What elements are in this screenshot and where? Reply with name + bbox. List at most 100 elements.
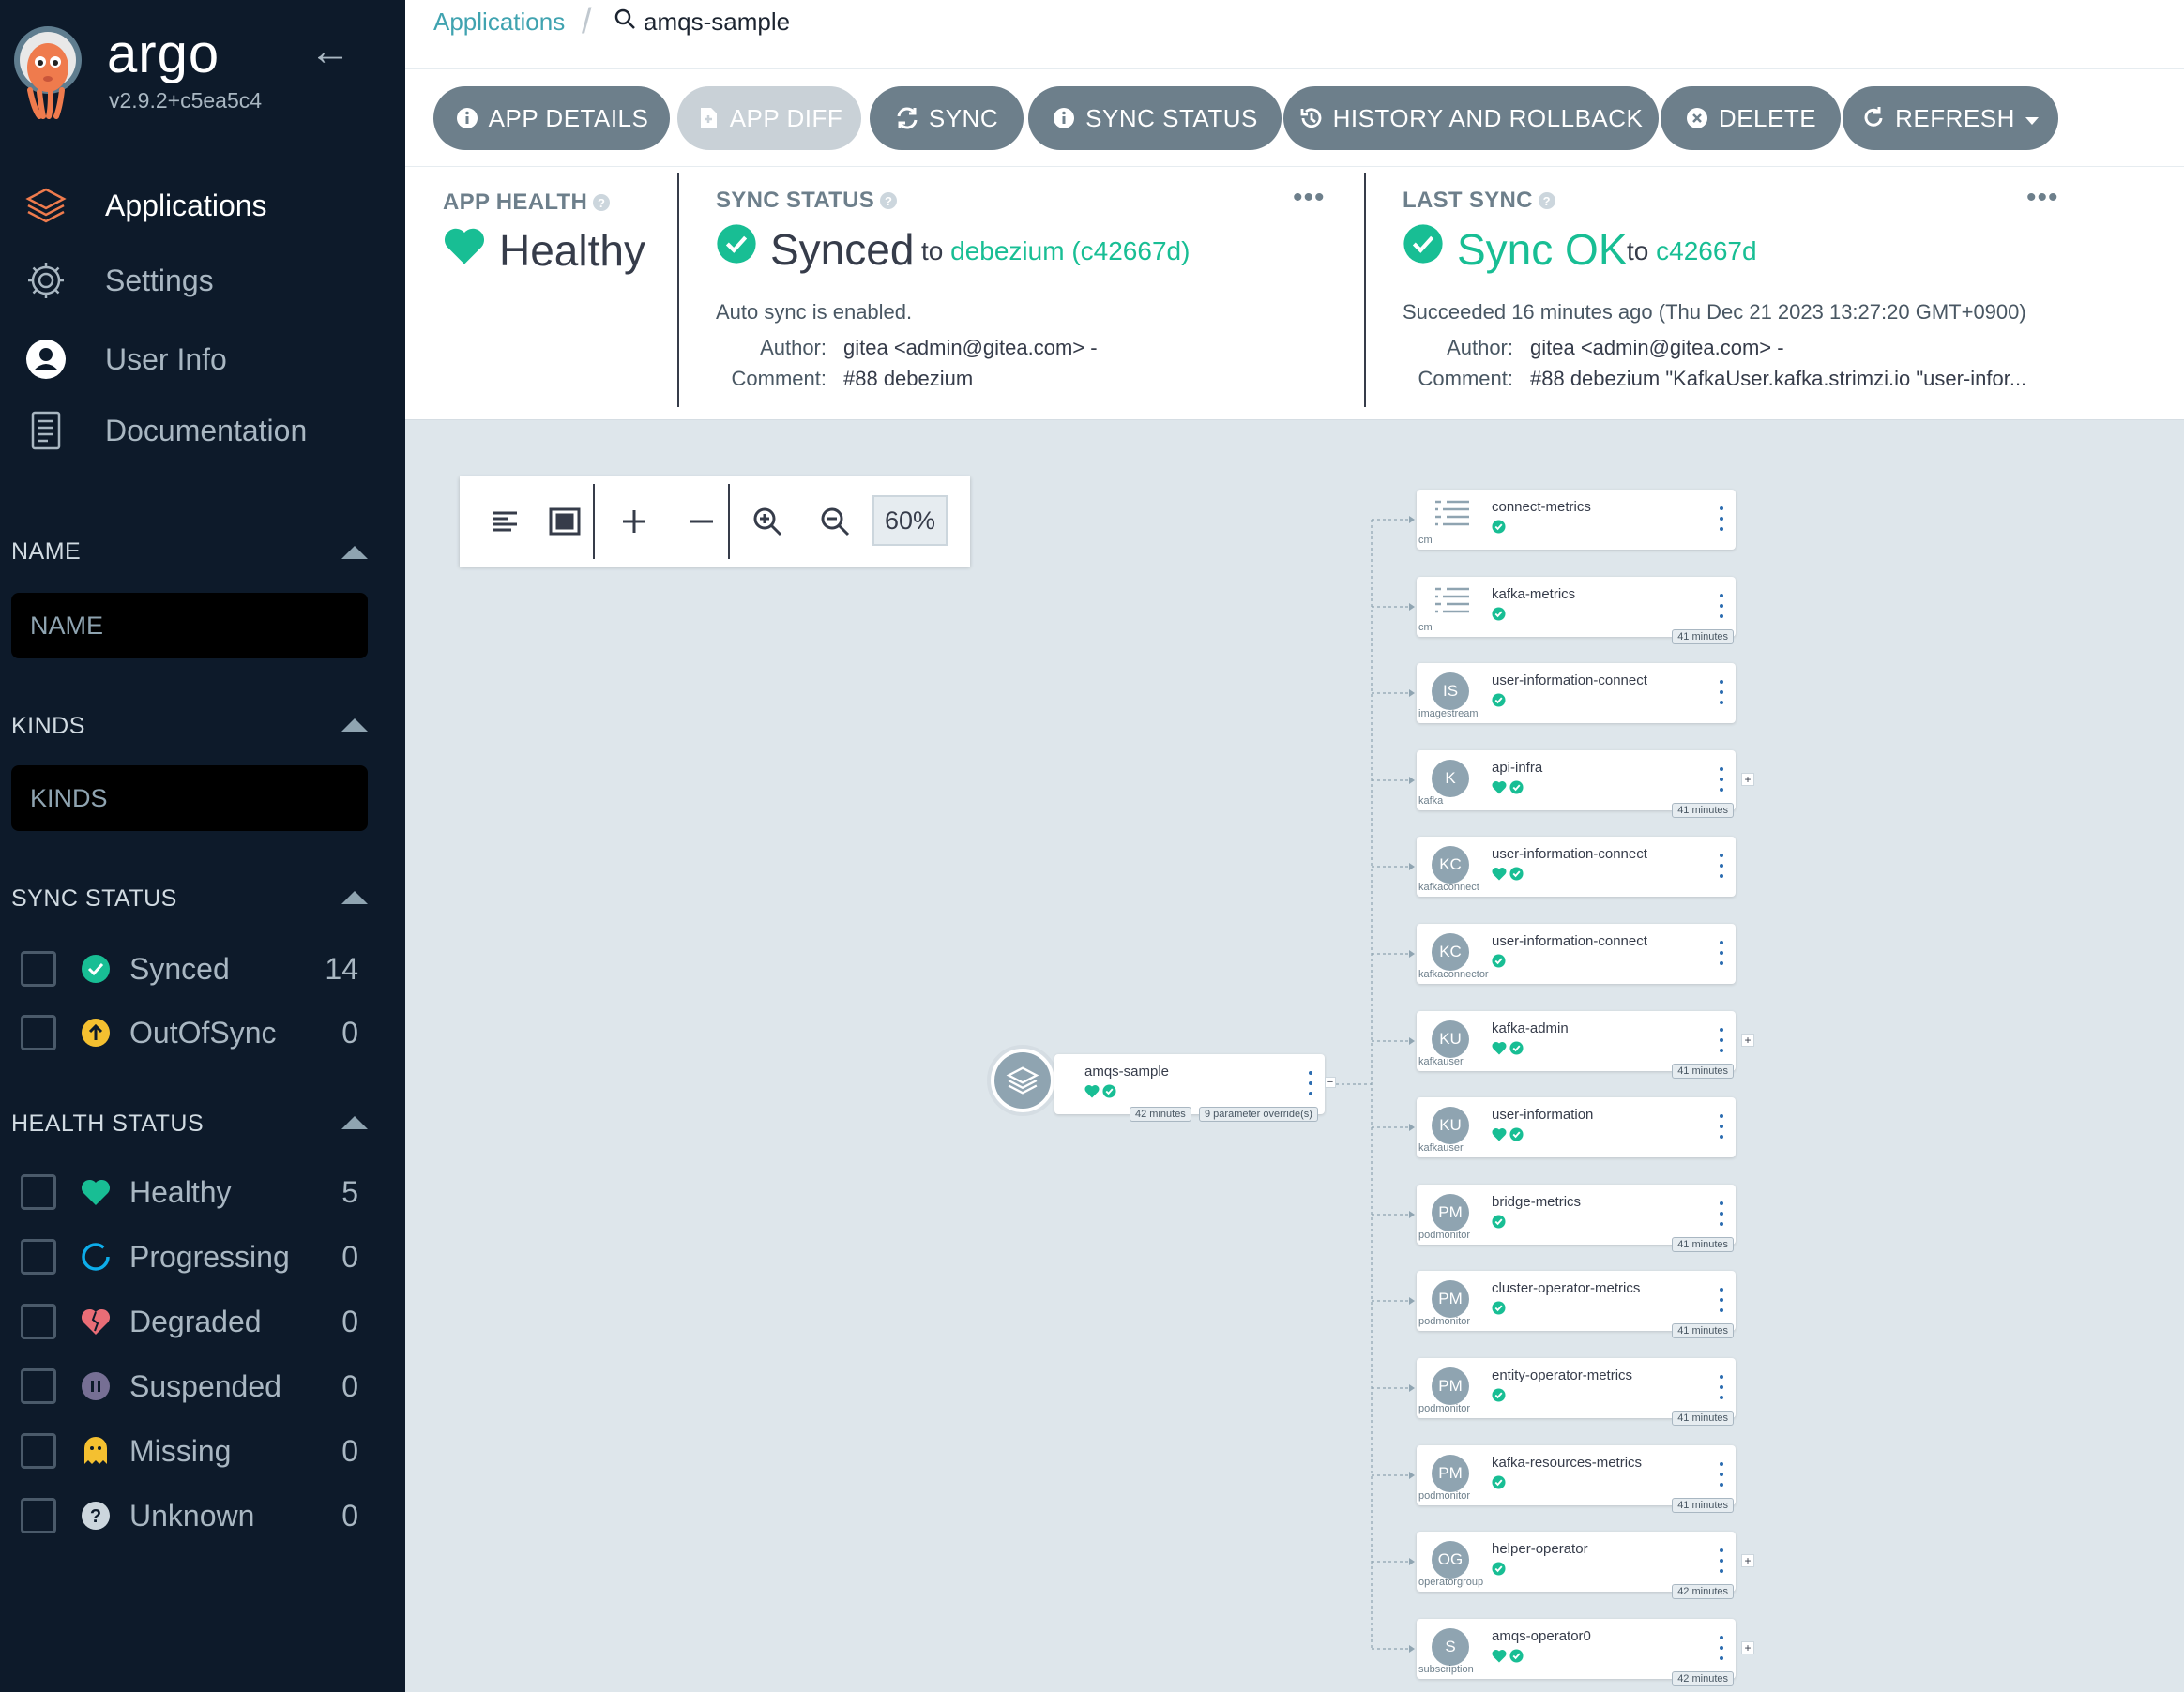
filter-healthy[interactable]: Healthy 5	[21, 1169, 368, 1216]
zoom-in-plus-icon[interactable]	[606, 493, 662, 550]
kinds-filter-input[interactable]	[11, 765, 368, 831]
app-diff-button[interactable]: APP DIFF	[677, 86, 861, 150]
collapse-toggle[interactable]: −	[1325, 1077, 1336, 1088]
check-circle-icon	[716, 223, 757, 275]
search-icon[interactable]	[614, 8, 636, 37]
filter-label: Healthy	[129, 1174, 232, 1209]
checkbox[interactable]	[21, 1498, 56, 1533]
checkbox[interactable]	[21, 1239, 56, 1275]
expand-toggle[interactable]: +	[1741, 1554, 1754, 1567]
divider	[1364, 173, 1366, 407]
node-menu-icon[interactable]	[1719, 680, 1724, 704]
collapse-caret-icon[interactable]	[341, 718, 368, 732]
resource-node[interactable]: PM podmonitor entity-operator-metrics 41 mi…	[1417, 1358, 1736, 1426]
filter-outofsync[interactable]: OutOfSync 0	[21, 1009, 368, 1056]
config-map-icon	[1435, 500, 1469, 526]
app-details-button[interactable]: APP DETAILS	[433, 86, 670, 150]
collapse-caret-icon[interactable]	[341, 891, 368, 904]
nav-applications[interactable]: Applications	[0, 173, 405, 238]
filter-degraded[interactable]: Degraded 0	[21, 1298, 368, 1345]
node-menu-icon[interactable]	[1719, 1114, 1724, 1139]
argo-logo-icon[interactable]	[9, 23, 86, 120]
collapse-sidebar-icon[interactable]: ←	[310, 28, 351, 75]
help-icon[interactable]: ?	[880, 192, 898, 209]
magnify-minus-icon[interactable]	[807, 493, 863, 550]
help-icon[interactable]: ?	[593, 194, 611, 211]
more-options-icon[interactable]: •••	[1293, 182, 1326, 214]
node-status	[1492, 1388, 1506, 1402]
collapse-caret-icon[interactable]	[341, 1116, 368, 1129]
last-sync-title: LAST SYNC?	[1403, 188, 1555, 214]
resource-node[interactable]: Ssubscription amqs-operator0 42 minutes +	[1417, 1619, 1754, 1686]
node-menu-icon[interactable]	[1719, 1462, 1724, 1487]
help-icon[interactable]: ?	[1538, 192, 1555, 209]
resource-node[interactable]: Kkafka api-infra 41 minutes +	[1417, 750, 1754, 818]
breadcrumb-current-label: amqs-sample	[644, 8, 791, 36]
expand-toggle[interactable]: +	[1741, 1641, 1754, 1654]
fit-screen-icon[interactable]	[537, 493, 593, 550]
resource-node[interactable]: cm connect-metrics	[1417, 490, 1736, 550]
filter-progressing[interactable]: Progressing 0	[21, 1233, 368, 1280]
node-name: entity-operator-metrics	[1492, 1367, 1633, 1383]
node-name: kafka-admin	[1492, 1020, 1569, 1036]
resource-node[interactable]: KU kafkauser kafka-admin 41 minutes +	[1417, 1011, 1754, 1079]
resource-node[interactable]: IS imagestream user-information-connect	[1417, 663, 1736, 723]
node-menu-icon[interactable]	[1719, 1201, 1724, 1226]
node-menu-icon[interactable]	[1719, 594, 1724, 618]
nav-user-info[interactable]: User Info	[0, 326, 405, 392]
sync-status-button[interactable]: SYNC STATUS	[1028, 86, 1282, 150]
magnify-plus-icon[interactable]	[739, 493, 796, 550]
node-menu-icon[interactable]	[1308, 1071, 1313, 1095]
nav-documentation[interactable]: Documentation	[0, 398, 405, 463]
revision-link[interactable]: c42667d	[1656, 236, 1756, 265]
more-options-icon[interactable]: •••	[2026, 182, 2059, 214]
resource-node[interactable]: KC kafkaconnector user-information-connect	[1417, 924, 1736, 984]
checkbox[interactable]	[21, 1304, 56, 1339]
node-menu-icon[interactable]	[1719, 854, 1724, 878]
filter-missing[interactable]: Missing 0	[21, 1428, 368, 1474]
nav-label: Settings	[105, 263, 214, 297]
name-filter-input[interactable]	[11, 593, 368, 658]
collapse-caret-icon[interactable]	[341, 546, 368, 559]
node-menu-icon[interactable]	[1719, 767, 1724, 792]
filter-unknown[interactable]: ? Unknown 0	[21, 1492, 368, 1539]
app-root-icon[interactable]	[987, 1045, 1058, 1116]
resource-node[interactable]: PM podmonitor cluster-operator-metrics 41 m…	[1417, 1271, 1736, 1338]
resource-node[interactable]: cm kafka-metrics 41 minutes	[1417, 577, 1736, 644]
filter-synced[interactable]: Synced 14	[21, 945, 368, 992]
filter-suspended[interactable]: Suspended 0	[21, 1363, 368, 1410]
checkbox[interactable]	[21, 1015, 56, 1050]
info-icon	[1052, 106, 1076, 130]
refresh-button[interactable]: REFRESH	[1843, 86, 2058, 150]
node-menu-icon[interactable]	[1719, 506, 1724, 531]
history-rollback-button[interactable]: HISTORY AND ROLLBACK	[1283, 86, 1659, 150]
resource-node[interactable]: OG operatorgroup helper-operator 42 minutes…	[1417, 1532, 1754, 1599]
resource-node[interactable]: PM podmonitor kafka-resources-metrics 41 mi…	[1417, 1445, 1736, 1513]
comment-label: Comment:	[1418, 367, 1513, 390]
revision-link[interactable]: debezium (c42667d)	[950, 236, 1190, 265]
zoom-out-minus-icon[interactable]	[674, 493, 730, 550]
breadcrumb-applications[interactable]: Applications	[433, 8, 565, 37]
node-menu-icon[interactable]	[1719, 941, 1724, 965]
expand-toggle[interactable]: +	[1741, 773, 1754, 786]
delete-button[interactable]: DELETE	[1661, 86, 1841, 150]
resource-node[interactable]: PM podmonitor bridge-metrics 41 minutes	[1417, 1185, 1736, 1252]
node-menu-icon[interactable]	[1719, 1288, 1724, 1312]
author-row: Author: gitea <admin@gitea.com> -	[716, 336, 1098, 360]
sync-button[interactable]: SYNC	[870, 86, 1024, 150]
node-menu-icon[interactable]	[1719, 1548, 1724, 1573]
expand-toggle[interactable]: +	[1741, 1034, 1754, 1047]
checkbox[interactable]	[21, 1368, 56, 1404]
node-menu-icon[interactable]	[1719, 1375, 1724, 1399]
nav-settings[interactable]: Settings	[0, 248, 405, 313]
resource-node[interactable]: KC kafkaconnect user-information-connect	[1417, 837, 1736, 897]
align-left-icon[interactable]	[477, 493, 533, 550]
checkbox[interactable]	[21, 951, 56, 987]
checkbox[interactable]	[21, 1433, 56, 1469]
checkbox[interactable]	[21, 1174, 56, 1210]
node-menu-icon[interactable]	[1719, 1636, 1724, 1660]
resource-node[interactable]: KU kafkauser user-information	[1417, 1097, 1736, 1157]
node-age: 42 minutes	[1672, 1671, 1734, 1686]
app-root-node[interactable]: amqs-sample 42 minutes 9 parameter overr…	[1054, 1054, 1336, 1122]
node-menu-icon[interactable]	[1719, 1028, 1724, 1052]
